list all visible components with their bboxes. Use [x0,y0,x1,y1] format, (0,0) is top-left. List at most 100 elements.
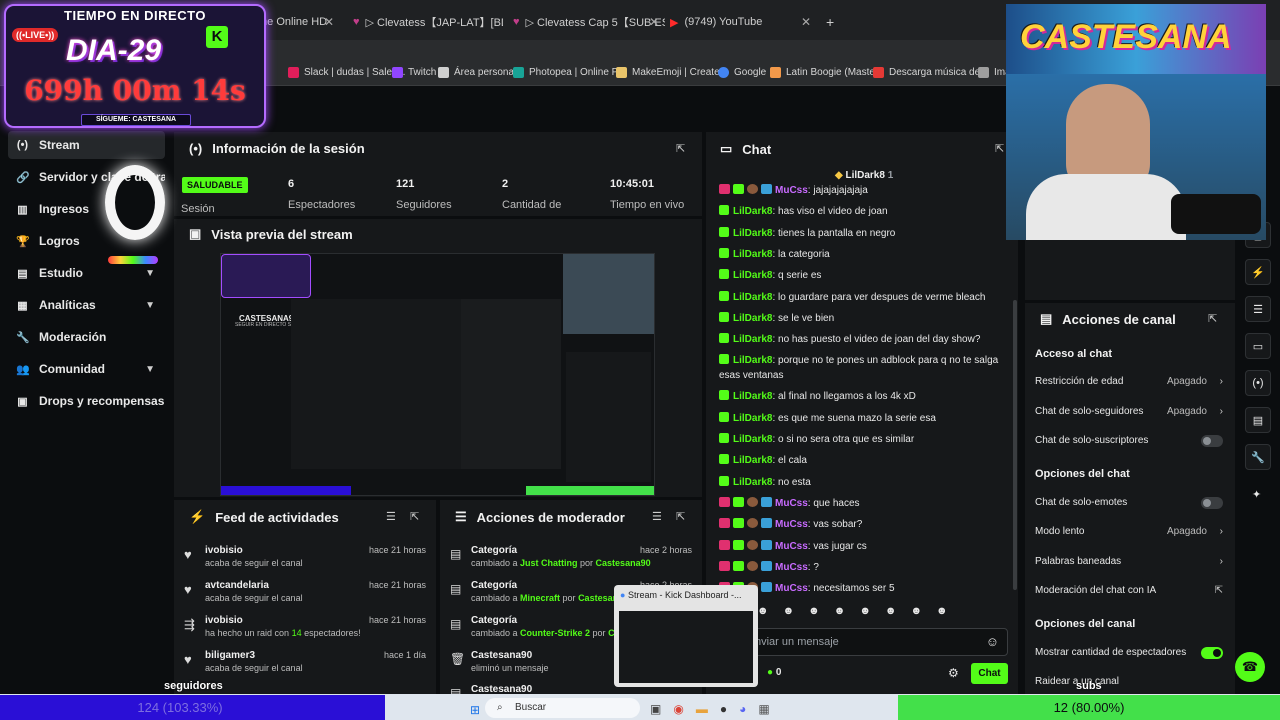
emote-icon[interactable]: ☻ [885,605,897,621]
bookmark[interactable]: Área personal [438,67,516,78]
popout-icon[interactable]: ⇱ [995,142,1004,155]
emote-only-toggle[interactable] [1201,497,1223,509]
chat-text: vas sobar? [813,519,863,531]
send-chat-button[interactable]: Chat [971,663,1008,684]
raid-row[interactable]: Raidear a un canal [1035,676,1225,687]
sidebar-item-stream[interactable]: (•) Stream [8,131,165,159]
bookmark[interactable]: Slack | dudas | Sales... [288,67,405,78]
chat-username[interactable]: LilDark8 [733,313,772,324]
close-icon[interactable]: ✕ [324,15,334,29]
broadcast-icon[interactable]: (•) [1245,370,1271,396]
tab-label: (9749) YouTube [684,16,763,28]
mod-user[interactable]: Castesana90 [596,558,651,568]
settings-icon[interactable]: ⚙ [948,666,959,680]
pinned-user[interactable]: ◆ LilDark8 1 [835,170,893,181]
chat-username[interactable]: MuCss [775,519,808,530]
chat-scrollbar[interactable] [1013,300,1017,590]
chat-username[interactable]: MuCss [775,583,808,594]
age-restriction-row[interactable]: Restricción de edad Apagado › [1035,376,1225,387]
filter-icon[interactable]: ☰ [386,510,396,523]
calculator-icon[interactable]: ▦ [758,702,769,716]
windows-start-icon[interactable]: ⊞ [470,703,480,717]
filter-icon[interactable]: ☰ [652,510,662,523]
sidebar-item-moderation[interactable]: 🔧 Moderación [8,323,165,351]
chat-input[interactable]: nviar un mensaje ☺ [716,628,1008,656]
more-icon[interactable]: ✦ [1252,488,1261,501]
emote-icon[interactable]: ☻ [757,605,769,621]
sidebar-item-drops[interactable]: ▣ Drops y recompensas [8,387,165,415]
taskbar-search[interactable]: ⌕ Buscar [485,698,640,718]
chat-username[interactable]: LilDark8 [733,270,772,281]
chat-username[interactable]: LilDark8 [733,413,772,424]
emote-icon[interactable]: ☻ [936,605,948,621]
mod-category[interactable]: Counter-Strike 2 [520,628,590,638]
show-viewers-toggle[interactable] [1201,647,1223,659]
app-icon[interactable]: ● [720,702,727,716]
slow-mode-row[interactable]: Modo lento Apagado › [1035,526,1225,537]
feed-user[interactable]: ivobisio [205,545,243,556]
chat-username[interactable]: LilDark8 [733,292,772,303]
sidebar-item-analytics[interactable]: ▦ Analíticas ▼ [8,291,165,319]
sidebar-item-label: Comunidad [39,362,105,376]
new-tab-button[interactable]: + [818,8,842,36]
browser-tab[interactable]: ♥ ▷ Clevatess【JAP-LAT】[BD] Ve [345,8,503,36]
chat-username[interactable]: LilDark8 [733,477,772,488]
close-icon[interactable]: ✕ [801,15,811,29]
mod-category[interactable]: Minecraft [520,593,560,603]
sidebar-item-community[interactable]: 👥 Comunidad ▼ [8,355,165,383]
close-icon[interactable]: ✕ [649,15,659,29]
chat-username[interactable]: LilDark8 [733,391,772,402]
followers-only-row[interactable]: Chat de solo-seguidores Apagado › [1035,406,1225,417]
browser-tab[interactable]: ▶ (9749) YouTube ✕ [662,8,817,36]
bookmark[interactable]: Twitch [392,67,436,78]
chat-username[interactable]: LilDark8 [733,228,772,239]
chat-icon[interactable]: ▭ [1245,333,1271,359]
chrome-icon[interactable]: ◉ [673,702,683,716]
row-label: Chat de solo-seguidores [1035,406,1144,417]
chat-username[interactable]: LilDark8 [733,434,772,445]
emote-icon[interactable]: ☻ [910,605,922,621]
chat-username[interactable]: LilDark8 [733,334,772,345]
bookmark[interactable]: Descarga música de... [873,67,989,78]
list-icon[interactable]: ☰ [1245,296,1271,322]
emote-icon[interactable]: ☻ [783,605,795,621]
popout-icon[interactable]: ⇱ [410,510,419,523]
chat-username[interactable]: LilDark8 [733,455,772,466]
feed-user[interactable]: biligamer3 [205,650,255,661]
window-thumbnail[interactable]: ● Stream - Kick Dashboard -... [614,585,758,687]
ai-moderation-row[interactable]: Moderación del chat con IA ⇱ [1035,585,1225,596]
chat-username[interactable]: LilDark8 [733,249,772,260]
mod-category[interactable]: Just Chatting [520,558,578,568]
discord-icon[interactable]: ◕ [739,702,746,716]
support-button[interactable]: ☎ [1235,652,1265,682]
emote-icon[interactable]: ☻ [859,605,871,621]
explorer-icon[interactable]: ▬ [696,702,708,716]
bookmark[interactable]: Google [718,67,766,78]
chat-username[interactable]: MuCss [775,185,808,196]
chat-username[interactable]: LilDark8 [733,355,772,366]
chat-username[interactable]: MuCss [775,498,808,509]
subs-only-toggle[interactable] [1201,435,1223,447]
task-view-icon[interactable]: ▣ [650,702,661,716]
lightning-icon[interactable]: ⚡ [1245,259,1271,285]
emoji-icon[interactable]: ☺ [986,634,999,649]
bookmark[interactable]: Latin Boogie (Maste... [770,67,883,78]
bookmark[interactable]: Photopea | Online P... [513,67,625,78]
emote-icon[interactable]: ☻ [808,605,820,621]
chat-username[interactable]: MuCss [775,541,808,552]
banned-words-row[interactable]: Palabras baneadas › [1035,556,1225,567]
feed-user[interactable]: ivobisio [205,615,243,626]
feed-user[interactable]: avtcandelaria [205,580,269,591]
chat-message: LilDark8: o si no sera otra que es simil… [719,432,1004,447]
shield-icon[interactable]: ▤ [1245,407,1271,433]
emote-icon[interactable]: ☻ [834,605,846,621]
popout-icon[interactable]: ⇱ [676,142,685,155]
wrench-icon[interactable]: 🔧 [1245,444,1271,470]
popout-icon[interactable]: ⇱ [1208,312,1217,325]
browser-tab[interactable]: ♥ ▷ Clevatess Cap 5【SUB ESPAÑ✕ [505,8,665,36]
chat-username[interactable]: LilDark8 [733,206,772,217]
chat-username[interactable]: MuCss [775,562,808,573]
popout-icon[interactable]: ⇱ [676,510,685,523]
bookmark[interactable]: MakeEmoji | Create... [616,67,728,78]
stream-preview-video[interactable]: CASTESANA90 SEGUIR EN DIRECTO SIN CORTES [220,253,655,496]
